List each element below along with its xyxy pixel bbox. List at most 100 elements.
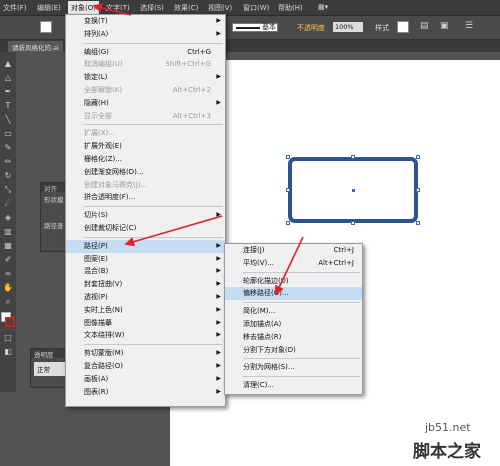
menu-window[interactable]: 窗口(W)	[243, 3, 269, 13]
path_submenu-item[interactable]: 移去锚点(R)	[225, 331, 362, 344]
color-mode-icon[interactable]: □	[2, 332, 14, 343]
document-tab[interactable]: 请新风格化的.ai	[8, 41, 63, 52]
object_menu-item[interactable]: 扩展(X)...	[66, 127, 225, 140]
eyedropper-tool-icon[interactable]: ✐	[2, 254, 14, 265]
path_submenu-item[interactable]: 平均(V)... Alt+Ctrl+J	[225, 257, 362, 270]
menu-edit[interactable]: 编辑(E)	[37, 3, 61, 13]
menu-help[interactable]: 帮助(H)	[278, 3, 303, 13]
object_menu-item[interactable]: 路径(P) ▶	[66, 239, 225, 253]
menu-type[interactable]: 文字(T)	[106, 3, 130, 13]
screen-mode-icon[interactable]: ◧	[2, 346, 14, 357]
object_menu-item[interactable]: 栅格化(Z)...	[66, 153, 225, 166]
object_menu-item[interactable]: 创建渐变网格(D)...	[66, 166, 225, 179]
fill-swatch[interactable]	[40, 21, 52, 33]
options-icon[interactable]: ☰	[465, 21, 473, 31]
path_submenu-item[interactable]: 分割为网格(S)...	[225, 361, 362, 374]
object_menu-item-shortcut: Ctrl+G	[187, 47, 211, 56]
anchor-handle[interactable]	[351, 221, 355, 225]
object_menu-item-label: 路径(P)	[84, 241, 108, 250]
path_submenu-item[interactable]: 添加锚点(A)	[225, 318, 362, 331]
path_submenu-item[interactable]: 清理(C)...	[225, 379, 362, 392]
pen-tool-icon[interactable]: ✒	[2, 86, 14, 97]
path_submenu-item[interactable]: 轮廓化描边(U)	[225, 275, 362, 288]
object_menu-item[interactable]: 复合路径(O) ▶	[66, 360, 225, 373]
warp-tool-icon[interactable]: ☄	[2, 198, 14, 209]
menu-file[interactable]: 文件(F)	[3, 3, 27, 13]
anchor-handle[interactable]	[416, 188, 420, 192]
anchor-handle[interactable]	[351, 155, 355, 159]
line-tool-icon[interactable]: ╲	[2, 114, 14, 125]
gradient-tool-icon[interactable]: ▦	[2, 240, 14, 251]
object_menu-item[interactable]: 扩展外观(E)	[66, 140, 225, 153]
object_menu-item[interactable]: 锁定(L) ▶	[66, 71, 225, 84]
align-icon[interactable]: ▤	[420, 21, 429, 31]
blend-tool-icon[interactable]: ∞	[2, 268, 14, 279]
object_menu-item[interactable]: 创建裁切标记(C)	[66, 222, 225, 235]
object_menu-item-label: 切片(S)	[84, 211, 108, 220]
object_menu-item[interactable]: 封套扭曲(V) ▶	[66, 278, 225, 291]
blend-mode-select[interactable]: 正常	[34, 362, 66, 376]
transform-icon[interactable]: ▣	[440, 21, 449, 31]
object_menu-item[interactable]: 图案(E) ▶	[66, 253, 225, 266]
object_menu-item[interactable]: 全部解锁(K) Alt+Ctrl+2	[66, 84, 225, 97]
direct-selection-tool-icon[interactable]: △	[2, 72, 14, 83]
object_menu-item-label: 显示全部	[84, 111, 112, 120]
object_menu-item[interactable]: 变换(T) ▶	[66, 15, 225, 28]
object_menu-item[interactable]: 切片(S) ▶	[66, 209, 225, 222]
menu-effect[interactable]: 效果(C)	[174, 3, 198, 13]
path_submenu-item[interactable]: 连接(J) Ctrl+J	[225, 244, 362, 257]
fill-stroke-swatches[interactable]	[1, 312, 15, 328]
graph-tool-icon[interactable]: ▥	[2, 226, 14, 237]
object_menu-item[interactable]: 拼合透明度(F)...	[66, 191, 225, 204]
pencil-tool-icon[interactable]: ✏	[2, 156, 14, 167]
stroke-preset-label[interactable]: 基本	[262, 22, 276, 32]
scale-tool-icon[interactable]: ⤡	[2, 184, 14, 195]
menu-object[interactable]: 对象(O)	[68, 1, 99, 15]
shape-builder-tool-icon[interactable]: ◈	[2, 212, 14, 223]
submenu-arrow-icon: ▶	[216, 29, 221, 37]
menu-select[interactable]: 选择(S)	[140, 3, 164, 13]
anchor-handle[interactable]	[286, 188, 290, 192]
path_submenu-item[interactable]: 分割下方对象(D)	[225, 344, 362, 357]
object_menu-item[interactable]: 取消编组(U) Shift+Ctrl+G	[66, 58, 225, 71]
path_submenu-item-label: 分割为网格(S)...	[243, 363, 295, 372]
object_menu-item[interactable]: 隐藏(H) ▶	[66, 97, 225, 110]
object_menu-item[interactable]: 编组(G) Ctrl+G	[66, 46, 225, 59]
object_menu-item[interactable]: 图表(R) ▶	[66, 386, 225, 399]
selection-tool-icon[interactable]: ▲	[2, 58, 14, 69]
brush-tool-icon[interactable]: ✎	[2, 142, 14, 153]
object_menu-item[interactable]: 混合(B) ▶	[66, 265, 225, 278]
object_menu-item[interactable]: 画板(A) ▶	[66, 373, 225, 386]
object_menu-item-label: 复合路径(O)	[84, 361, 123, 370]
object_menu-item[interactable]: 创建对象马赛克(J)...	[66, 179, 225, 192]
path_submenu-item[interactable]: 偏移路径(O)...	[225, 287, 362, 301]
hand-tool-icon[interactable]: ✋	[2, 282, 14, 293]
style-swatch[interactable]	[397, 21, 409, 33]
opacity-field[interactable]: 100%	[333, 22, 363, 32]
submenu-arrow-icon: ▶	[216, 98, 221, 106]
rotate-tool-icon[interactable]: ↻	[2, 170, 14, 181]
object_menu-item-label: 图像描摹	[84, 318, 112, 327]
workspace-switcher-icon[interactable]: ▦▾	[318, 3, 328, 11]
object_menu-item[interactable]: 排列(A) ▶	[66, 28, 225, 41]
object_menu-item[interactable]: 剪切蒙版(M) ▶	[66, 347, 225, 360]
menu-separator	[84, 206, 223, 208]
anchor-handle[interactable]	[286, 155, 290, 159]
object_menu-item[interactable]: 显示全部 Alt+Ctrl+3	[66, 110, 225, 123]
anchor-handle[interactable]	[416, 155, 420, 159]
object_menu-item-label: 图案(E)	[84, 254, 108, 263]
path_submenu-item[interactable]: 简化(M)...	[225, 305, 362, 318]
zoom-tool-icon[interactable]: ⌕	[2, 296, 14, 307]
object_menu-item[interactable]: 透视(P) ▶	[66, 291, 225, 304]
menu-view[interactable]: 视图(V)	[208, 3, 232, 13]
anchor-handle[interactable]	[416, 221, 420, 225]
object_menu-item-label: 文本绕排(W)	[84, 331, 125, 340]
object_menu-item[interactable]: 图像描摹 ▶	[66, 317, 225, 330]
anchor-handle[interactable]	[286, 221, 290, 225]
object_menu-item[interactable]: 文本绕排(W) ▶	[66, 329, 225, 342]
submenu-arrow-icon: ▶	[216, 211, 221, 219]
rectangle-tool-icon[interactable]: ▭	[2, 128, 14, 139]
panel-header[interactable]: 透明度	[31, 349, 69, 359]
type-tool-icon[interactable]: T	[2, 100, 14, 111]
object_menu-item[interactable]: 实时上色(N) ▶	[66, 304, 225, 317]
